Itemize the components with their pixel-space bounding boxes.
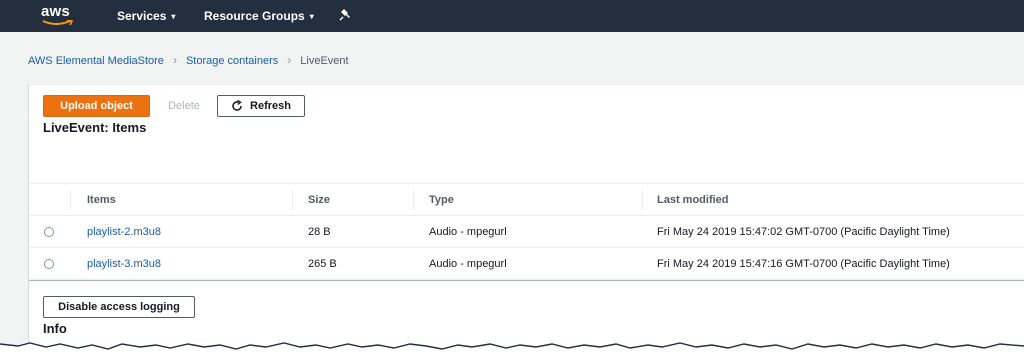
column-divider [413, 190, 414, 210]
column-header-type[interactable]: Type [429, 194, 454, 206]
column-divider [292, 190, 293, 210]
top-navigation-bar: aws Services ▾ Resource Groups ▾ [0, 0, 1024, 32]
column-divider [70, 190, 71, 210]
breadcrumb-separator: › [172, 53, 177, 67]
services-label: Services [117, 9, 167, 23]
item-type: Audio - mpegurl [429, 258, 507, 270]
aws-logo-text: aws [41, 3, 70, 20]
row-select-radio[interactable] [44, 259, 54, 269]
column-header-size[interactable]: Size [308, 194, 330, 206]
breadcrumb-storage-containers-link[interactable]: Storage containers [186, 55, 278, 67]
resource-groups-menu[interactable]: Resource Groups ▾ [204, 9, 314, 23]
table-row[interactable]: playlist-3.m3u8 265 B Audio - mpegurl Fr… [29, 248, 1024, 280]
item-size: 265 B [308, 258, 337, 270]
item-type: Audio - mpegurl [429, 226, 507, 238]
aws-logo[interactable]: aws [41, 3, 77, 29]
item-name-link[interactable]: playlist-2.m3u8 [87, 226, 161, 238]
delete-button[interactable]: Delete [153, 95, 215, 117]
table-bottom-border [29, 280, 1024, 281]
pin-icon[interactable] [339, 8, 353, 22]
disable-access-logging-button[interactable]: Disable access logging [43, 296, 195, 318]
upload-object-button[interactable]: Upload object [43, 95, 150, 117]
item-name-link[interactable]: playlist-3.m3u8 [87, 258, 161, 270]
items-panel: Upload object Delete Refresh LiveEvent: … [28, 84, 1024, 354]
breadcrumb-separator: › [287, 53, 292, 67]
item-last-modified: Fri May 24 2019 15:47:16 GMT-0700 (Pacif… [657, 258, 950, 270]
section-title: LiveEvent: Items [43, 120, 147, 135]
table-row[interactable]: playlist-2.m3u8 28 B Audio - mpegurl Fri… [29, 216, 1024, 248]
chevron-down-icon: ▾ [309, 12, 314, 21]
refresh-button[interactable]: Refresh [217, 95, 305, 117]
services-menu[interactable]: Services ▾ [117, 9, 175, 23]
table-header: Items Size Type Last modified [29, 183, 1024, 216]
breadcrumb-mediastore-link[interactable]: AWS Elemental MediaStore [28, 55, 164, 67]
breadcrumb-current: LiveEvent [300, 55, 349, 67]
aws-smile-icon [42, 20, 74, 26]
refresh-label: Refresh [250, 100, 291, 112]
column-divider [642, 190, 643, 210]
column-header-items[interactable]: Items [87, 194, 116, 206]
item-size: 28 B [308, 226, 331, 238]
item-last-modified: Fri May 24 2019 15:47:02 GMT-0700 (Pacif… [657, 226, 950, 238]
column-header-last-modified[interactable]: Last modified [657, 194, 729, 206]
torn-edge-decoration [0, 342, 1024, 354]
refresh-icon [232, 100, 242, 111]
info-heading: Info [43, 321, 67, 336]
row-select-radio[interactable] [44, 227, 54, 237]
resource-groups-label: Resource Groups [204, 9, 305, 23]
breadcrumb: AWS Elemental MediaStore › Storage contain… [28, 53, 349, 67]
chevron-down-icon: ▾ [171, 12, 176, 21]
